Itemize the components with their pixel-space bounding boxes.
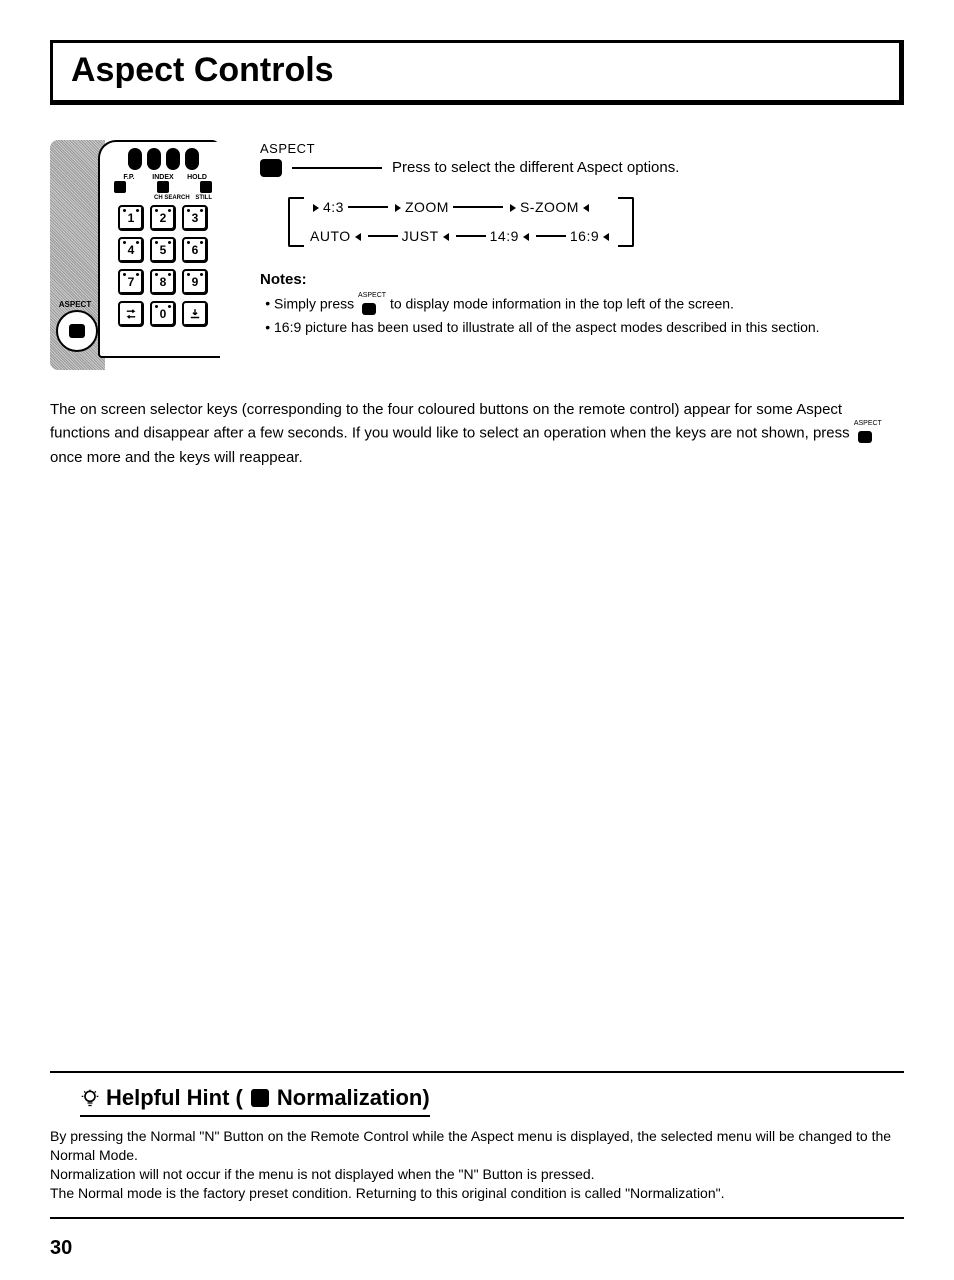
flow-item: S-ZOOM bbox=[520, 198, 579, 217]
hint-paragraph: By pressing the Normal "N" Button on the… bbox=[50, 1127, 904, 1165]
aspect-button-highlight bbox=[56, 310, 98, 352]
keypad-8: 8 bbox=[150, 269, 176, 295]
keypad-enter bbox=[182, 301, 208, 327]
keypad-7: 7 bbox=[118, 269, 144, 295]
note-line: 16:9 picture has been used to illustrate… bbox=[274, 318, 904, 337]
keypad-loop bbox=[118, 301, 144, 327]
mini-aspect-label: ASPECT bbox=[854, 420, 882, 427]
keypad-3: 3 bbox=[182, 205, 208, 231]
remote-label-index: INDEX bbox=[146, 174, 180, 181]
hint-paragraph: Normalization will not occur if the menu… bbox=[50, 1165, 904, 1184]
keypad-5: 5 bbox=[150, 237, 176, 263]
aspect-press-text: Press to select the different Aspect opt… bbox=[392, 158, 679, 178]
mini-aspect-label: ASPECT bbox=[358, 292, 386, 299]
color-button-icon bbox=[147, 148, 161, 170]
square-button-icon bbox=[200, 181, 212, 193]
keypad-6: 6 bbox=[182, 237, 208, 263]
color-button-icon bbox=[166, 148, 180, 170]
remote-label-hold: HOLD bbox=[180, 174, 214, 181]
remote-label-still: STILL bbox=[195, 195, 212, 201]
aspect-button-icon bbox=[362, 303, 376, 315]
section-title-box: Aspect Controls bbox=[50, 40, 904, 105]
normal-button-icon bbox=[251, 1089, 269, 1107]
hint-paragraph: The Normal mode is the factory preset co… bbox=[50, 1184, 904, 1203]
divider bbox=[50, 1071, 904, 1073]
notes-list: Simply press ASPECT to display mode info… bbox=[260, 292, 904, 337]
flow-item: AUTO bbox=[310, 227, 351, 246]
aspect-button-icon bbox=[260, 159, 282, 177]
keypad-9: 9 bbox=[182, 269, 208, 295]
keypad-0: 0 bbox=[150, 301, 176, 327]
notes-heading: Notes: bbox=[260, 270, 904, 290]
remote-label-fp: F.P. bbox=[112, 174, 146, 181]
note-line: Simply press bbox=[274, 295, 354, 311]
body-paragraph: The on screen selector keys (correspondi… bbox=[50, 400, 904, 468]
section-title: Aspect Controls bbox=[71, 51, 881, 90]
square-button-icon bbox=[114, 181, 126, 193]
color-button-icon bbox=[185, 148, 199, 170]
divider bbox=[50, 1217, 904, 1219]
keypad-2: 2 bbox=[150, 205, 176, 231]
note-line: to display mode information in the top l… bbox=[390, 295, 734, 311]
flow-item: 14:9 bbox=[490, 227, 519, 246]
flow-item: 16:9 bbox=[570, 227, 599, 246]
flow-item: 4:3 bbox=[323, 198, 344, 217]
flow-item: JUST bbox=[402, 227, 439, 246]
aspect-label: ASPECT bbox=[260, 140, 904, 158]
flow-item: ZOOM bbox=[405, 198, 449, 217]
page-number: 30 bbox=[50, 1237, 904, 1260]
leader-line bbox=[292, 167, 382, 169]
aspect-button-icon bbox=[858, 431, 872, 443]
aspect-button-label: ASPECT bbox=[50, 300, 100, 309]
remote-label-chsearch: CH SEARCH bbox=[154, 195, 190, 201]
square-button-icon bbox=[157, 181, 169, 193]
color-button-icon bbox=[128, 148, 142, 170]
keypad-1: 1 bbox=[118, 205, 144, 231]
keypad-4: 4 bbox=[118, 237, 144, 263]
bulb-icon bbox=[80, 1087, 100, 1109]
remote-illustration: F.P. INDEX HOLD CH SEARCH STILL bbox=[50, 140, 220, 370]
hint-title: Helpful Hint (Normalization) bbox=[80, 1085, 430, 1117]
aspect-flowchart: 4:3 ZOOM S-ZOOM AUTO JUST 14: bbox=[288, 196, 904, 248]
